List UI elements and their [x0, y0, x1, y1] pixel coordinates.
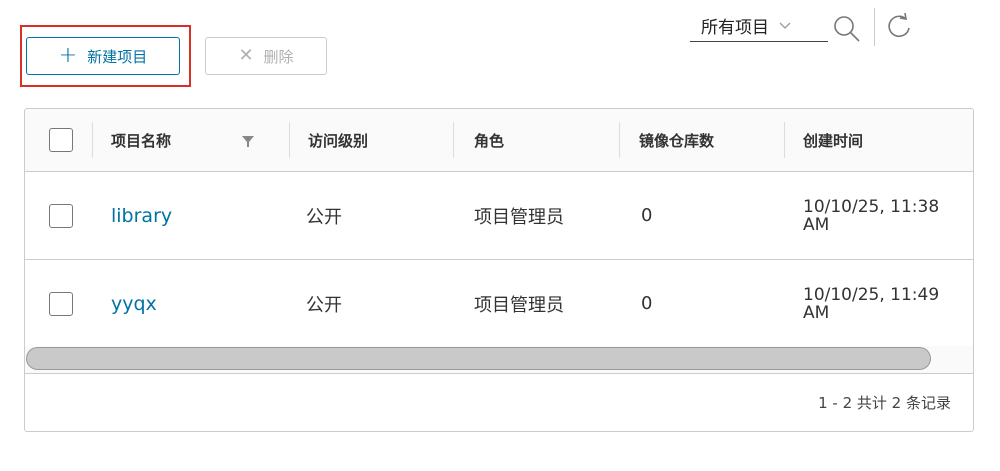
new-project-button[interactable]: + 新建项目 — [26, 37, 180, 75]
repo-count-cell: 0 — [641, 293, 653, 314]
scrollbar-thumb[interactable] — [26, 347, 931, 370]
search-icon[interactable] — [832, 13, 862, 43]
new-project-label: 新建项目 — [87, 47, 148, 66]
close-icon: ✕ — [238, 45, 254, 66]
project-name-link[interactable]: yyqx — [111, 260, 157, 347]
project-name-link[interactable]: library — [111, 172, 172, 259]
column-header-name[interactable]: 项目名称 — [111, 109, 171, 171]
chevron-down-icon — [779, 22, 791, 29]
column-header-repo-count[interactable]: 镜像仓库数 — [639, 109, 714, 171]
created-time-line1: 10/10/25, 11:38 — [803, 196, 940, 217]
column-header-created[interactable]: 创建时间 — [803, 109, 863, 171]
column-header-role[interactable]: 角色 — [474, 109, 504, 171]
access-level-cell: 公开 — [306, 294, 342, 316]
projects-page: + 新建项目 ✕ 删除 所有项目 项目名称 访问级别 角色 镜像仓库数 创建时间… — [0, 0, 1000, 471]
filter-icon[interactable] — [241, 134, 255, 148]
repo-count-cell: 0 — [641, 205, 653, 226]
refresh-icon[interactable] — [884, 12, 914, 42]
select-all-checkbox[interactable] — [49, 128, 73, 152]
column-header-access[interactable]: 访问级别 — [308, 109, 368, 171]
delete-label: 删除 — [263, 47, 294, 66]
plus-icon: + — [58, 43, 78, 68]
created-time-line2: AM — [803, 302, 830, 323]
created-time-line2: AM — [803, 214, 830, 235]
projects-table: 项目名称 访问级别 角色 镜像仓库数 创建时间 library 公开 项目管理员… — [24, 108, 974, 432]
created-time-cell: 10/10/25, 11:49 AM — [803, 260, 963, 347]
created-time-line1: 10/10/25, 11:49 — [803, 284, 940, 305]
table-footer: 1 - 2 共计 2 条记录 — [25, 374, 973, 431]
pagination-summary: 1 - 2 共计 2 条记录 — [818, 394, 951, 412]
table-header: 项目名称 访问级别 角色 镜像仓库数 创建时间 — [25, 109, 973, 172]
table-row: library 公开 项目管理员 0 10/10/25, 11:38 AM — [25, 172, 973, 260]
project-filter-value: 所有项目 — [701, 18, 769, 38]
role-cell: 项目管理员 — [474, 206, 564, 228]
toolbar-divider — [874, 8, 875, 46]
created-time-cell: 10/10/25, 11:38 AM — [803, 172, 963, 259]
row-checkbox[interactable] — [49, 292, 73, 316]
table-row: yyqx 公开 项目管理员 0 10/10/25, 11:49 AM — [25, 260, 973, 348]
delete-button[interactable]: ✕ 删除 — [205, 37, 327, 75]
row-checkbox[interactable] — [49, 204, 73, 228]
project-filter-select[interactable]: 所有项目 — [690, 10, 828, 42]
access-level-cell: 公开 — [306, 206, 342, 228]
horizontal-scrollbar[interactable] — [25, 346, 973, 374]
role-cell: 项目管理员 — [474, 294, 564, 316]
